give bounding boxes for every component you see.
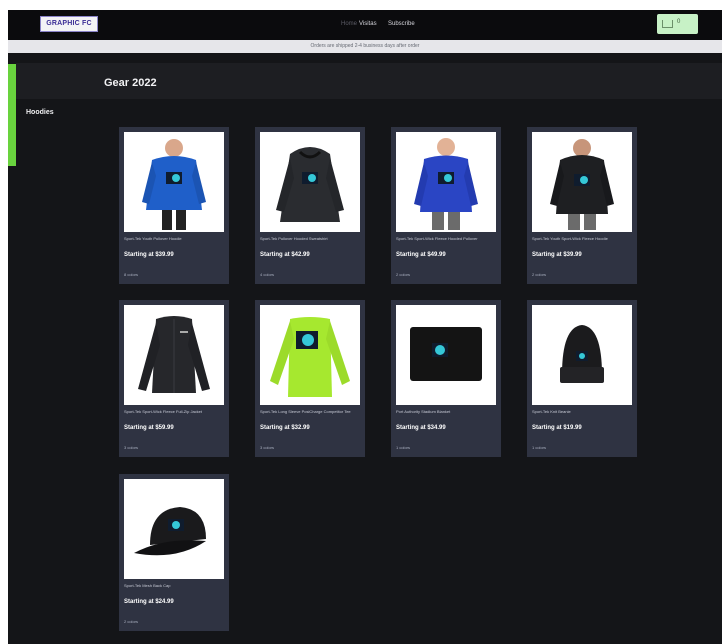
product-colors: 2 colors xyxy=(532,272,547,277)
accent-tab xyxy=(8,64,16,166)
product-card[interactable]: Sport-Tek Sport-Wick Fleece Full-Zip Jac… xyxy=(119,300,229,457)
product-card[interactable]: Sport-Tek Long Sleeve PosiCharge Competi… xyxy=(255,300,365,457)
blue-pullover-image[interactable] xyxy=(396,132,496,232)
product-title[interactable]: Sport-Tek Pullover Hooded Sweatshirt xyxy=(260,236,360,246)
product-card[interactable]: Sport-Tek Youth Pullover Hoodie Starting… xyxy=(119,127,229,284)
product-card[interactable]: Sport-Tek Youth Sport-Wick Fleece Hoodie… xyxy=(527,127,637,284)
product-card[interactable]: Sport-Tek Mesh Back Cap Starting at $24.… xyxy=(119,474,229,631)
product-card[interactable]: Sport-Tek Pullover Hooded Sweatshirt Sta… xyxy=(255,127,365,284)
product-price: Starting at $32.99 xyxy=(260,425,310,431)
product-price: Starting at $19.99 xyxy=(532,425,582,431)
black-hoodie-image[interactable] xyxy=(260,132,360,232)
product-price: Starting at $42.99 xyxy=(260,252,310,258)
product-colors: 1 colors xyxy=(396,445,411,450)
product-price: Starting at $49.99 xyxy=(396,252,446,258)
product-title[interactable]: Sport-Tek Sport-Wick Fleece Hooded Pullo… xyxy=(396,236,496,246)
product-title[interactable]: Sport-Tek Long Sleeve PosiCharge Competi… xyxy=(260,409,360,419)
product-title[interactable]: Sport-Tek Sport-Wick Fleece Full-Zip Jac… xyxy=(124,409,224,419)
product-title[interactable]: Port Authority Stadium Blanket xyxy=(396,409,496,419)
nav-link-visitas[interactable]: Visitas xyxy=(359,20,377,28)
nav-link-home[interactable]: Home xyxy=(341,20,357,28)
blanket-image[interactable] xyxy=(396,305,496,405)
product-colors: 1 colors xyxy=(532,445,547,450)
product-price: Starting at $59.99 xyxy=(124,425,174,431)
top-nav-bar: GRAPHIC FC Home Visitas Subscribe 0 xyxy=(8,10,722,40)
page-frame: GRAPHIC FC Home Visitas Subscribe 0 Orde… xyxy=(8,10,722,644)
lime-longsleeve-image[interactable] xyxy=(260,305,360,405)
sidebar-heading: Hoodies xyxy=(26,109,54,116)
product-title[interactable]: Sport-Tek Youth Sport-Wick Fleece Hoodie xyxy=(532,236,632,246)
product-colors: 2 colors xyxy=(124,619,139,624)
blue-hoodie-image[interactable] xyxy=(124,132,224,232)
product-title[interactable]: Sport-Tek Youth Pullover Hoodie xyxy=(124,236,224,246)
product-price: Starting at $34.99 xyxy=(396,425,446,431)
product-card[interactable]: Sport-Tek Knit Beanie Starting at $19.99… xyxy=(527,300,637,457)
black-jacket-image[interactable] xyxy=(124,305,224,405)
cap-image[interactable] xyxy=(124,479,224,579)
cart-icon xyxy=(662,20,673,28)
product-price: Starting at $24.99 xyxy=(124,599,174,605)
product-price: Starting at $39.99 xyxy=(532,252,582,258)
cart-count: 0 xyxy=(677,19,681,25)
product-card[interactable]: Port Authority Stadium Blanket Starting … xyxy=(391,300,501,457)
product-colors: 3 colors xyxy=(260,445,275,450)
product-colors: 3 colors xyxy=(124,445,139,450)
product-card[interactable]: Sport-Tek Sport-Wick Fleece Hooded Pullo… xyxy=(391,127,501,284)
product-price: Starting at $39.99 xyxy=(124,252,174,258)
announcement-bar: Orders are shipped 2-4 business days aft… xyxy=(8,40,722,53)
site-logo[interactable]: GRAPHIC FC xyxy=(40,16,98,32)
black-youth-hoodie-image[interactable] xyxy=(532,132,632,232)
product-colors: 4 colors xyxy=(260,272,275,277)
product-title[interactable]: Sport-Tek Mesh Back Cap xyxy=(124,583,224,593)
nav-link-subscribe[interactable]: Subscribe xyxy=(388,20,415,28)
beanie-image[interactable] xyxy=(532,305,632,405)
page-title: Gear 2022 xyxy=(104,77,157,89)
product-title[interactable]: Sport-Tek Knit Beanie xyxy=(532,409,632,419)
cart-button[interactable]: 0 xyxy=(657,14,698,34)
product-colors: 8 colors xyxy=(124,272,139,277)
product-colors: 2 colors xyxy=(396,272,411,277)
